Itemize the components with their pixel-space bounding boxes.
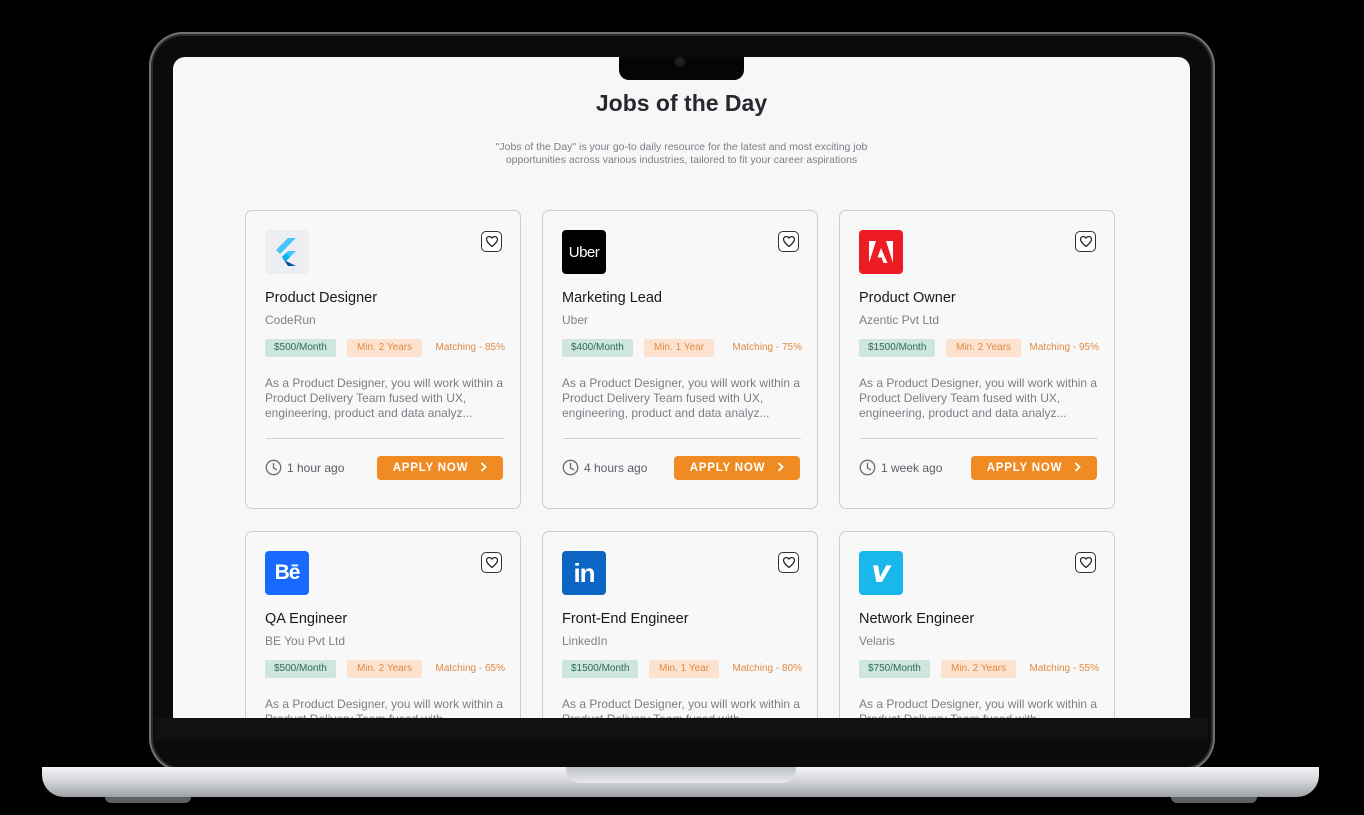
job-description: As a Product Designer, you will work wit… (265, 376, 504, 420)
apply-now-label: APPLY NOW (689, 462, 766, 474)
matching-score: Matching - 80% (732, 663, 802, 674)
favorite-button[interactable] (1075, 552, 1096, 573)
salary-tag: $500/Month (265, 660, 336, 678)
page-subtitle: "Jobs of the Day" is your go-to daily re… (495, 141, 868, 166)
favorite-button[interactable] (778, 552, 799, 573)
experience-tag: Min. 2 Years (946, 339, 1022, 357)
clock-icon (859, 459, 876, 476)
laptop-base-notch (566, 767, 796, 783)
experience-tag: Min. 2 Years (347, 339, 423, 357)
chevron-right-icon (777, 461, 785, 475)
job-card[interactable]: in Front-End Engineer LinkedIn $1500/Mon… (542, 531, 818, 718)
company-name: Azentic Pvt Ltd (859, 313, 940, 327)
matching-score: Matching - 75% (732, 342, 802, 353)
clock-icon (562, 459, 579, 476)
camera-notch (619, 57, 744, 80)
heart-icon (782, 557, 795, 568)
salary-tag: $1500/Month (562, 660, 639, 678)
flutter-logo-icon (265, 230, 309, 274)
heart-icon (485, 557, 498, 568)
job-description: As a Product Designer, you will work wit… (859, 376, 1098, 420)
adobe-logo-icon (859, 230, 903, 274)
posted-time-label: 1 week ago (881, 460, 943, 475)
matching-score: Matching - 65% (435, 663, 505, 674)
matching-score: Matching - 55% (1029, 663, 1099, 674)
uber-logo-icon: Uber (562, 230, 606, 274)
laptop-foot-right (1171, 797, 1257, 803)
apply-now-button[interactable]: APPLY NOW (971, 456, 1097, 480)
job-title: Product Designer (265, 290, 378, 306)
chevron-right-icon (480, 461, 488, 475)
matching-score: Matching - 95% (1029, 342, 1099, 353)
job-title: QA Engineer (265, 611, 348, 627)
company-name: CodeRun (265, 313, 316, 327)
experience-tag: Min. 1 Year (644, 339, 715, 357)
laptop-bezel (155, 718, 1208, 740)
job-card[interactable]: Uber Marketing Lead Uber $400/Month Min.… (542, 210, 818, 509)
uber-logo-text: Uber (568, 243, 600, 261)
divider (563, 438, 801, 439)
heart-icon (1079, 236, 1092, 247)
experience-tag: Min. 2 Years (347, 660, 423, 678)
salary-tag: $1500/Month (859, 339, 936, 357)
posted-time: 4 hours ago (562, 459, 647, 476)
experience-tag: Min. 1 Year (649, 660, 720, 678)
posted-time-label: 1 hour ago (287, 460, 345, 475)
job-description: As a Product Designer, you will work wit… (265, 697, 504, 718)
posted-time: 1 hour ago (265, 459, 344, 476)
favorite-button[interactable] (481, 231, 502, 252)
salary-tag: $750/Month (859, 660, 930, 678)
posted-time-label: 4 hours ago (584, 460, 648, 475)
company-name: Velaris (859, 634, 896, 648)
divider (860, 438, 1098, 439)
posted-time: 1 week ago (859, 459, 942, 476)
job-card[interactable]: Product Designer CodeRun $500/Month Min.… (245, 210, 521, 509)
job-card[interactable]: Bē QA Engineer BE You Pvt Ltd $500/Month… (245, 531, 521, 718)
vimeo-logo-text: v (871, 555, 891, 590)
camera-icon (676, 58, 684, 66)
apply-now-label: APPLY NOW (986, 462, 1063, 474)
heart-icon (485, 236, 498, 247)
job-title: Marketing Lead (562, 290, 662, 306)
vimeo-logo-icon: v (859, 551, 903, 595)
apply-now-button[interactable]: APPLY NOW (377, 456, 503, 480)
laptop-foot-left (105, 797, 191, 803)
favorite-button[interactable] (1075, 231, 1096, 252)
heart-icon (782, 236, 795, 247)
favorite-button[interactable] (481, 552, 502, 573)
salary-tag: $500/Month (265, 339, 336, 357)
screen: Jobs of the Day "Jobs of the Day" is you… (173, 57, 1190, 718)
job-title: Network Engineer (859, 611, 975, 627)
chevron-right-icon (1074, 461, 1082, 475)
experience-tag: Min. 2 Years (941, 660, 1017, 678)
favorite-button[interactable] (778, 231, 799, 252)
job-card[interactable]: v Network Engineer Velaris $750/Month Mi… (839, 531, 1115, 718)
job-description: As a Product Designer, you will work wit… (562, 376, 801, 420)
apply-now-button[interactable]: APPLY NOW (674, 456, 800, 480)
company-name: BE You Pvt Ltd (265, 634, 346, 648)
page-title: Jobs of the Day (595, 90, 768, 116)
linkedin-logo-text: in (573, 557, 595, 588)
divider (266, 438, 504, 439)
company-name: Uber (562, 313, 589, 327)
company-name: LinkedIn (562, 634, 608, 648)
job-description: As a Product Designer, you will work wit… (562, 697, 801, 718)
job-title: Product Owner (859, 290, 956, 306)
job-description: As a Product Designer, you will work wit… (859, 697, 1098, 718)
job-title: Front-End Engineer (562, 611, 689, 627)
matching-score: Matching - 85% (435, 342, 505, 353)
linkedin-logo-icon: in (562, 551, 606, 595)
behance-logo-icon: Bē (265, 551, 309, 595)
apply-now-label: APPLY NOW (392, 462, 469, 474)
job-card[interactable]: Product Owner Azentic Pvt Ltd $1500/Mont… (839, 210, 1115, 509)
behance-logo-text: Bē (274, 561, 301, 584)
heart-icon (1079, 557, 1092, 568)
salary-tag: $400/Month (562, 339, 633, 357)
clock-icon (265, 459, 282, 476)
